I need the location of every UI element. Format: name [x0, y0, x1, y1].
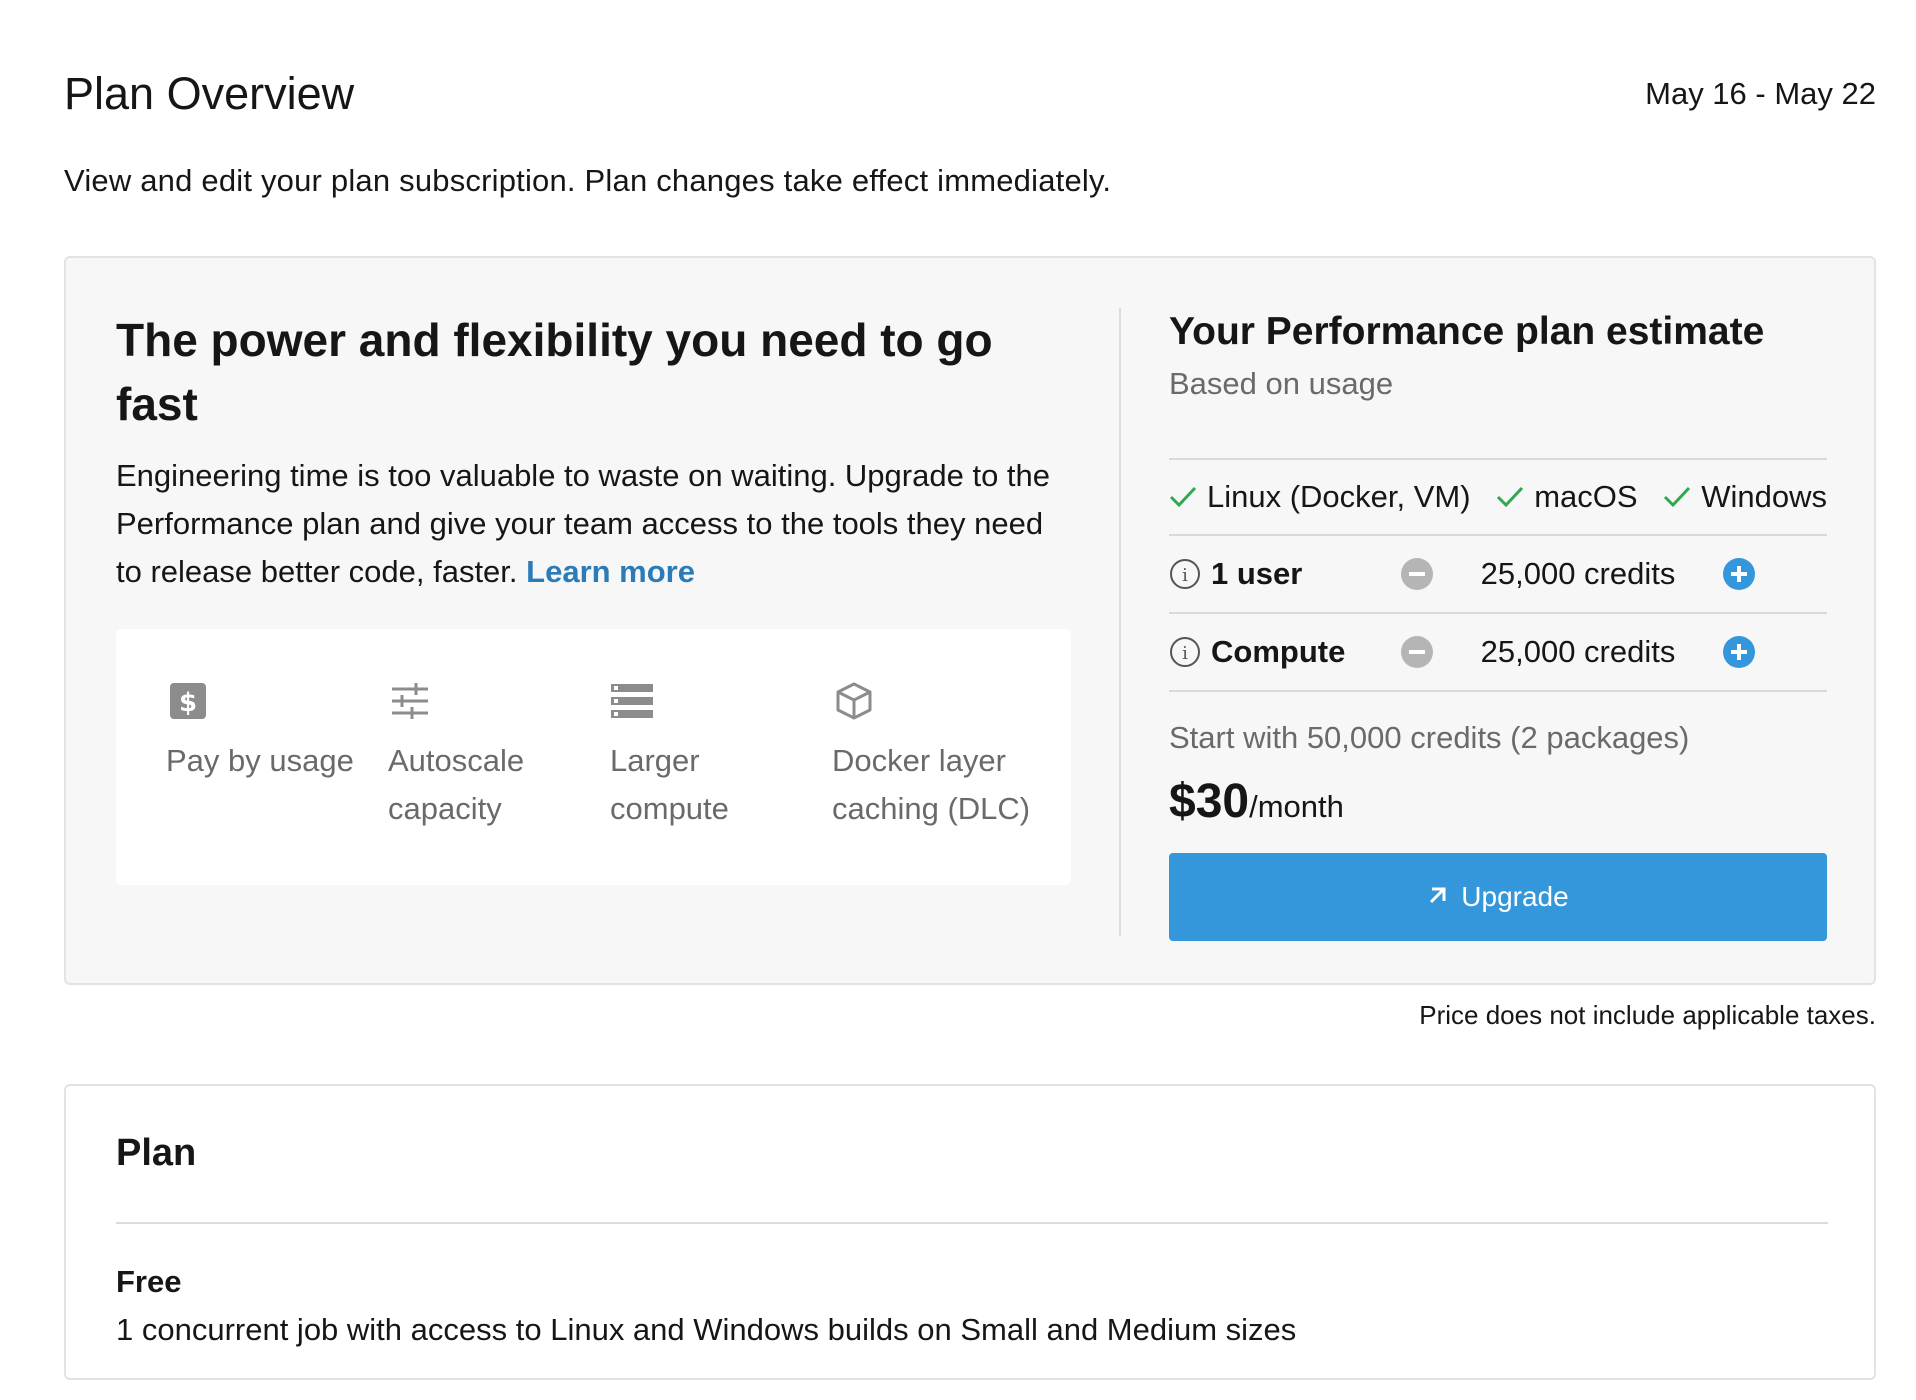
upgrade-button[interactable]: Upgrade — [1169, 853, 1827, 941]
feature-list: $ Pay by usage Autoscale capacity Larger… — [116, 629, 1071, 885]
start-credits-text: Start with 50,000 credits (2 packages) — [1169, 720, 1690, 755]
check-icon — [1663, 482, 1693, 512]
plan-description: 1 concurrent job with access to Linux an… — [116, 1312, 1297, 1347]
svg-text:i: i — [1182, 565, 1188, 586]
promo-body: Engineering time is too valuable to wast… — [116, 452, 1071, 596]
plan-overview-page: Plan Overview May 16 - May 22 View and e… — [0, 0, 1916, 1400]
server-icon — [610, 679, 654, 723]
price-amount: $30 — [1169, 775, 1250, 828]
estimate-subtitle: Based on usage — [1169, 366, 1394, 401]
check-icon — [1169, 482, 1199, 512]
dollar-icon: $ — [166, 679, 210, 723]
os-linux: Linux (Docker, VM) — [1169, 479, 1471, 515]
os-macos: macOS — [1496, 479, 1638, 515]
learn-more-link[interactable]: Learn more — [526, 554, 695, 589]
price: $30 /month — [1169, 774, 1344, 829]
feature-label: Pay by usage — [166, 743, 354, 778]
stepper-label: 1 user — [1211, 556, 1303, 591]
os-windows: Windows — [1663, 479, 1827, 515]
tax-note: Price does not include applicable taxes. — [1419, 1000, 1876, 1030]
estimate-title: Your Performance plan estimate — [1169, 310, 1765, 353]
increment-button[interactable] — [1723, 558, 1755, 590]
plan-estimate: Your Performance plan estimate Based on … — [1169, 308, 1827, 941]
credits-value: 25,000 credits — [1480, 634, 1676, 669]
page-header: Plan Overview May 16 - May 22 — [64, 64, 1876, 124]
increment-button[interactable] — [1723, 636, 1755, 668]
performance-promo-card: The power and flexibility you need to go… — [64, 256, 1876, 985]
info-icon[interactable]: i — [1169, 636, 1201, 668]
compute-stepper-row: i Compute 25,000 credits — [1169, 614, 1827, 692]
sliders-icon — [388, 679, 432, 723]
plan-name: Free — [116, 1264, 182, 1299]
check-icon — [1496, 482, 1526, 512]
info-icon[interactable]: i — [1169, 558, 1201, 590]
page-subtitle: View and edit your plan subscription. Pl… — [64, 163, 1112, 198]
decrement-button[interactable] — [1401, 558, 1433, 590]
feature-pay-by-usage: $ Pay by usage — [166, 679, 366, 785]
feature-autoscale: Autoscale capacity — [388, 679, 588, 833]
feature-label: Docker layer caching (DLC) — [832, 743, 1031, 826]
decrement-button[interactable] — [1401, 636, 1433, 668]
os-label: macOS — [1534, 479, 1638, 514]
feature-larger-compute: Larger compute — [610, 679, 810, 833]
os-support-row: Linux (Docker, VM) macOS Windows — [1169, 458, 1827, 536]
feature-label: Larger compute — [610, 743, 729, 826]
svg-text:$: $ — [179, 688, 197, 718]
credits-value: 25,000 credits — [1480, 556, 1676, 591]
promo-heading: The power and flexibility you need to go… — [116, 314, 993, 430]
vertical-divider — [1119, 308, 1121, 936]
plan-divider — [116, 1222, 1828, 1224]
page-title: Plan Overview — [64, 68, 355, 119]
current-plan-card: Plan Free 1 concurrent job with access t… — [64, 1084, 1876, 1380]
stepper-label: Compute — [1211, 634, 1346, 669]
cube-icon — [832, 679, 876, 723]
feature-label: Autoscale capacity — [388, 743, 525, 826]
user-stepper-row: i 1 user 25,000 credits — [1169, 536, 1827, 614]
svg-text:i: i — [1182, 643, 1188, 664]
plan-section-title: Plan — [116, 1132, 197, 1174]
os-label: Linux (Docker, VM) — [1207, 479, 1471, 514]
feature-dlc: Docker layer caching (DLC) — [832, 679, 1052, 833]
price-period: /month — [1249, 789, 1344, 824]
date-range: May 16 - May 22 — [1645, 76, 1876, 111]
promo-content: The power and flexibility you need to go… — [116, 308, 1071, 596]
upgrade-label: Upgrade — [1461, 881, 1569, 912]
external-arrow-icon — [1427, 881, 1447, 913]
os-label: Windows — [1701, 479, 1827, 514]
